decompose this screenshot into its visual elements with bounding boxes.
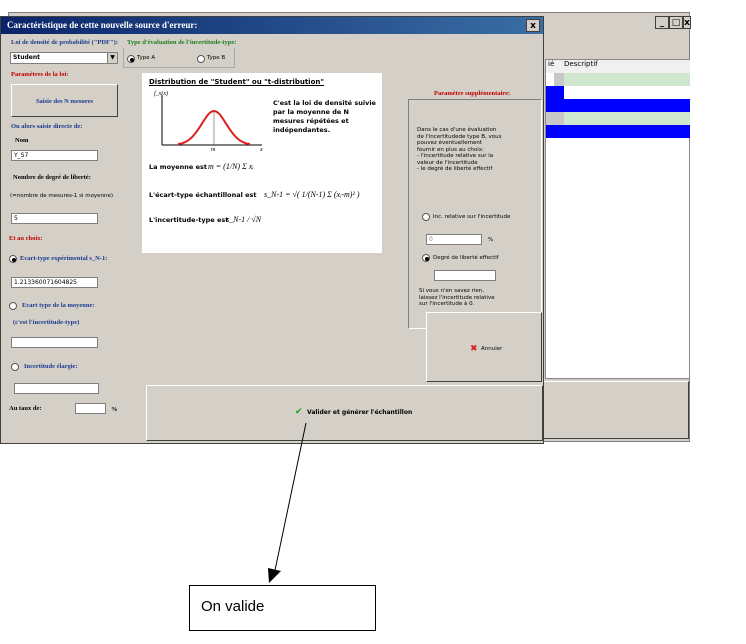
- callout-text: On valide: [201, 598, 265, 615]
- callout-arrow: [268, 422, 307, 583]
- callout-box: On valide: [189, 585, 376, 631]
- arrow-head-icon: [268, 568, 281, 583]
